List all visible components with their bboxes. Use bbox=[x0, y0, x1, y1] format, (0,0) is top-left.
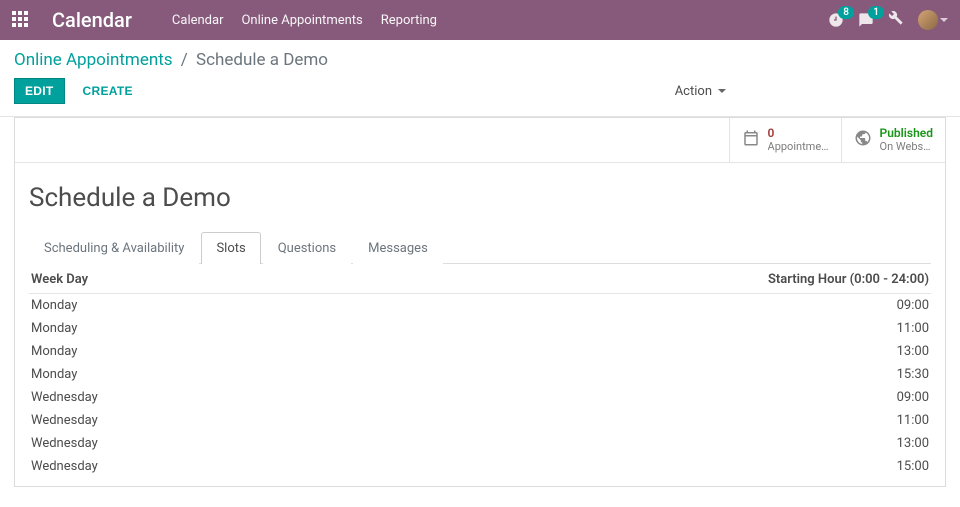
tab-scheduling[interactable]: Scheduling & Availability bbox=[29, 232, 199, 264]
tab-slots[interactable]: Slots bbox=[201, 232, 260, 264]
tab-questions[interactable]: Questions bbox=[263, 232, 351, 264]
action-dropdown[interactable]: Action bbox=[675, 84, 726, 99]
cell-hour: 11:00 bbox=[300, 409, 931, 432]
table-row[interactable]: Wednesday09:00 bbox=[29, 386, 931, 409]
col-weekday: Week Day bbox=[29, 264, 300, 294]
cell-weekday: Wednesday bbox=[29, 409, 300, 432]
activities-badge: 8 bbox=[838, 6, 854, 19]
activities-button[interactable]: 8 bbox=[828, 12, 844, 28]
chevron-down-icon bbox=[940, 18, 948, 22]
settings-button[interactable] bbox=[888, 10, 904, 30]
table-row[interactable]: Wednesday13:00 bbox=[29, 432, 931, 455]
cell-weekday: Monday bbox=[29, 363, 300, 386]
nav-link-calendar[interactable]: Calendar bbox=[172, 13, 224, 28]
globe-icon bbox=[854, 129, 872, 151]
table-row[interactable]: Monday11:00 bbox=[29, 317, 931, 340]
table-row[interactable]: Monday15:30 bbox=[29, 363, 931, 386]
create-button[interactable]: CREATE bbox=[73, 79, 143, 103]
brand-title: Calendar bbox=[52, 8, 132, 32]
slots-table: Week Day Starting Hour (0:00 - 24:00) Mo… bbox=[29, 264, 931, 478]
tabs: Scheduling & Availability Slots Question… bbox=[29, 231, 931, 263]
nav-link-online-appointments[interactable]: Online Appointments bbox=[241, 13, 362, 28]
table-row[interactable]: Monday13:00 bbox=[29, 340, 931, 363]
chevron-down-icon bbox=[718, 89, 726, 93]
stat-value: 0 bbox=[768, 126, 829, 140]
sheet-wrapper: 0 Appointme… Published On Webs… Schedule… bbox=[0, 117, 960, 507]
stat-text: Published On Webs… bbox=[880, 126, 933, 154]
status-bar: 0 Appointme… Published On Webs… bbox=[15, 118, 945, 163]
record-title: Schedule a Demo bbox=[29, 183, 931, 213]
stat-published[interactable]: Published On Webs… bbox=[841, 118, 945, 162]
cell-hour: 13:00 bbox=[300, 340, 931, 363]
messages-button[interactable]: 1 bbox=[858, 12, 874, 28]
control-row: EDIT CREATE Action bbox=[14, 78, 946, 104]
table-header-row: Week Day Starting Hour (0:00 - 24:00) bbox=[29, 264, 931, 294]
navbar-right: 8 1 bbox=[828, 10, 948, 30]
cell-hour: 15:30 bbox=[300, 363, 931, 386]
tab-messages[interactable]: Messages bbox=[353, 232, 443, 264]
user-menu[interactable] bbox=[918, 10, 948, 30]
nav-links: Calendar Online Appointments Reporting bbox=[172, 13, 437, 28]
sheet-body: Schedule a Demo Scheduling & Availabilit… bbox=[15, 163, 945, 486]
wrench-icon bbox=[888, 10, 904, 26]
stat-appointments[interactable]: 0 Appointme… bbox=[729, 118, 841, 162]
cell-weekday: Monday bbox=[29, 340, 300, 363]
calendar-icon bbox=[742, 129, 760, 151]
cell-weekday: Wednesday bbox=[29, 455, 300, 478]
tab-content: Week Day Starting Hour (0:00 - 24:00) Mo… bbox=[29, 263, 931, 478]
top-navbar: Calendar Calendar Online Appointments Re… bbox=[0, 0, 960, 40]
messages-badge: 1 bbox=[868, 6, 884, 19]
cell-hour: 11:00 bbox=[300, 317, 931, 340]
stat-label: Appointme… bbox=[768, 140, 829, 154]
stat-value: Published bbox=[880, 126, 933, 140]
table-row[interactable]: Wednesday15:00 bbox=[29, 455, 931, 478]
breadcrumb-sep: / bbox=[181, 50, 188, 70]
breadcrumb: Online Appointments / Schedule a Demo bbox=[14, 50, 946, 70]
cell-weekday: Monday bbox=[29, 294, 300, 318]
avatar bbox=[918, 10, 938, 30]
action-label: Action bbox=[675, 84, 712, 99]
cell-hour: 09:00 bbox=[300, 294, 931, 318]
cell-hour: 15:00 bbox=[300, 455, 931, 478]
breadcrumb-current: Schedule a Demo bbox=[196, 50, 328, 70]
stat-text: 0 Appointme… bbox=[768, 126, 829, 154]
edit-button[interactable]: EDIT bbox=[14, 78, 65, 104]
nav-link-reporting[interactable]: Reporting bbox=[381, 13, 437, 28]
stat-label: On Webs… bbox=[880, 140, 933, 154]
form-sheet: 0 Appointme… Published On Webs… Schedule… bbox=[14, 117, 946, 487]
apps-icon[interactable] bbox=[12, 11, 30, 29]
control-panel: Online Appointments / Schedule a Demo ED… bbox=[0, 40, 960, 117]
col-hour: Starting Hour (0:00 - 24:00) bbox=[300, 264, 931, 294]
cell-weekday: Wednesday bbox=[29, 432, 300, 455]
breadcrumb-parent[interactable]: Online Appointments bbox=[14, 50, 173, 70]
table-row[interactable]: Monday09:00 bbox=[29, 294, 931, 318]
cell-weekday: Monday bbox=[29, 317, 300, 340]
table-row[interactable]: Wednesday11:00 bbox=[29, 409, 931, 432]
navbar-left: Calendar Calendar Online Appointments Re… bbox=[12, 8, 437, 32]
cell-weekday: Wednesday bbox=[29, 386, 300, 409]
cell-hour: 13:00 bbox=[300, 432, 931, 455]
cell-hour: 09:00 bbox=[300, 386, 931, 409]
